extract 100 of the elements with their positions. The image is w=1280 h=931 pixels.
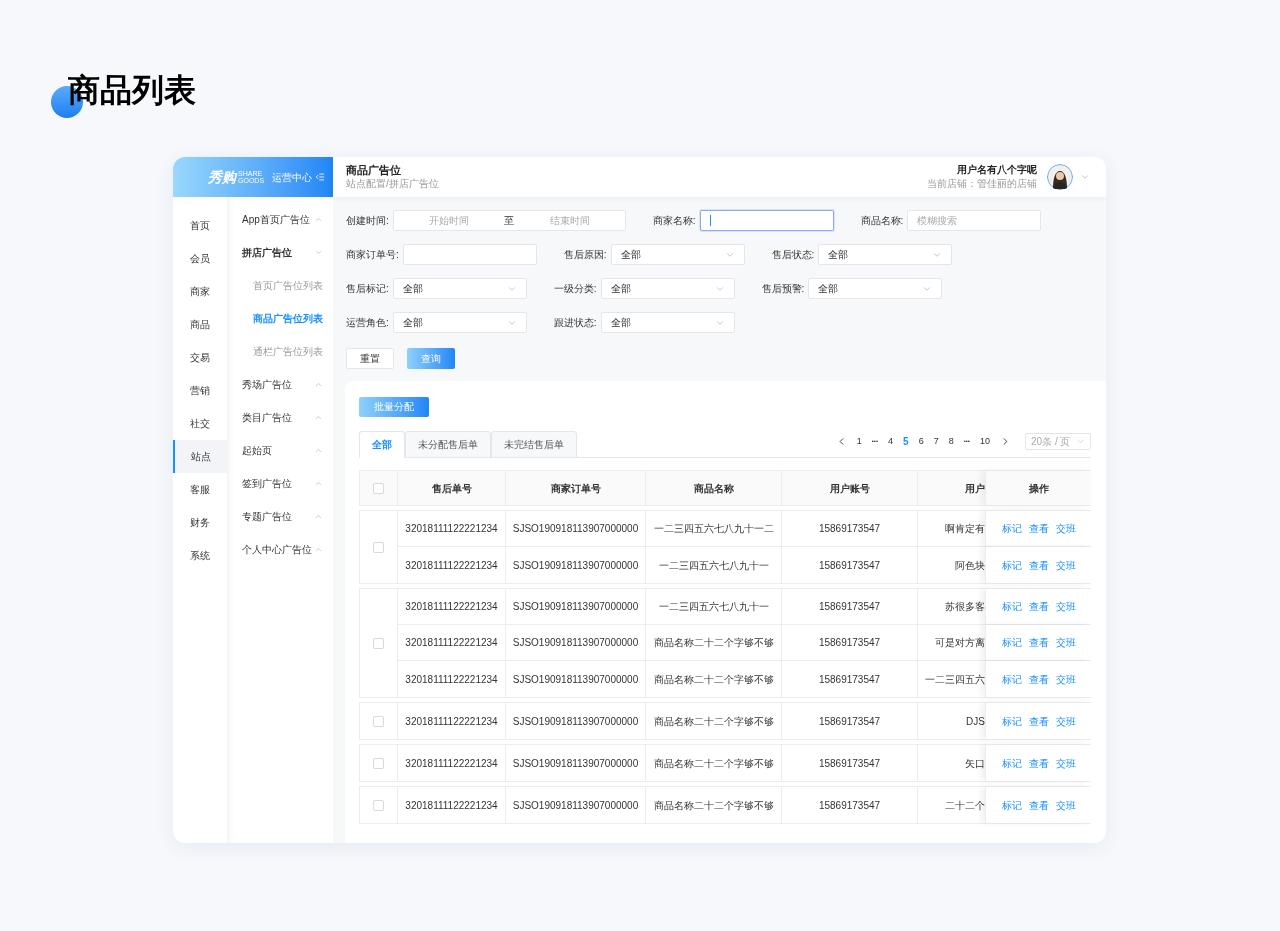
nav-item[interactable]: 客服 <box>173 473 227 506</box>
table-cell: 15869173547 <box>781 661 917 697</box>
table-cell: 一二三四五六七八九十一二 <box>645 511 781 546</box>
submenu-item[interactable]: App首页广告位 <box>227 203 333 236</box>
start-date-placeholder: 开始时间 <box>428 214 471 228</box>
range-separator: 至 <box>504 214 515 228</box>
checkbox[interactable] <box>373 541 384 553</box>
table-cell: SJSO190918113907000000 <box>505 703 645 739</box>
table-cell: SJSO190918113907000000 <box>505 511 645 546</box>
submenu-item[interactable]: 秀场广告位 <box>227 368 333 401</box>
chevron-up-icon <box>314 380 323 389</box>
tab[interactable]: 未分配售后单 <box>405 431 491 458</box>
collapse-menu-icon[interactable] <box>315 172 325 182</box>
nav-item[interactable]: 营销 <box>173 374 227 407</box>
table-cell: 商品名称二十二个字够不够 <box>645 625 781 660</box>
table-cell: 32018111122221234 <box>397 511 505 546</box>
table-cell: SJSO190918113907000000 <box>505 625 645 660</box>
nav-item[interactable]: 交易 <box>173 341 227 374</box>
nav-item[interactable]: 商家 <box>173 275 227 308</box>
select-field[interactable]: 全部 <box>600 278 735 299</box>
page-number[interactable]: 1 <box>856 434 862 449</box>
nav-item[interactable]: 站点 <box>173 440 227 473</box>
nav-item[interactable]: 首页 <box>173 209 227 242</box>
chevron-down-icon[interactable] <box>1080 172 1090 182</box>
select-field[interactable]: 全部 <box>808 278 943 299</box>
select-field[interactable]: 全部 <box>610 244 745 265</box>
table-cell: 商品名称二十二个字够不够 <box>645 703 781 739</box>
nav-item[interactable]: 系统 <box>173 539 227 572</box>
table-cell: 商品名称二十二个字够不够 <box>645 661 781 697</box>
avatar-icon[interactable] <box>1047 164 1073 190</box>
table-cell: 32018111122221234 <box>397 787 505 823</box>
table-cell: SJSO190918113907000000 <box>505 589 645 624</box>
date-range-field[interactable]: 开始时间 至 结束时间 <box>392 210 626 231</box>
page-number[interactable]: 8 <box>948 434 954 449</box>
page-number[interactable]: 7 <box>933 434 939 449</box>
chevron-up-icon <box>314 512 323 521</box>
filter-label: 运营角色: <box>346 316 389 330</box>
nav-item[interactable]: 社交 <box>173 407 227 440</box>
reset-button[interactable]: 重置 <box>346 348 394 369</box>
checkbox[interactable] <box>373 637 384 649</box>
checkbox[interactable] <box>373 799 384 811</box>
checkbox[interactable] <box>373 715 384 727</box>
filter-label: 售后原因: <box>563 248 607 262</box>
chevron-down-icon <box>314 248 323 257</box>
select-field[interactable]: 全部 <box>600 312 735 333</box>
table-cell: 32018111122221234 <box>397 547 505 583</box>
table-cell: SJSO190918113907000000 <box>505 787 645 823</box>
filter-label: 售后状态: <box>771 248 815 262</box>
tab[interactable]: 未完结售后单 <box>491 431 577 458</box>
submenu-item[interactable]: 个人中心广告位 <box>227 533 333 566</box>
end-date-placeholder: 结束时间 <box>548 214 591 228</box>
app-subtitle: 运营中心 <box>272 170 313 185</box>
chevron-up-icon <box>314 545 323 554</box>
filter-label: 商家名称: <box>652 214 696 228</box>
table-cell: 15869173547 <box>781 745 917 781</box>
logo-brand: 秀购 <box>208 167 236 187</box>
select-field[interactable]: 全部 <box>818 244 953 265</box>
submenu-item[interactable]: 专题广告位 <box>227 500 333 533</box>
nav-item[interactable]: 财务 <box>173 506 227 539</box>
chevron-up-icon <box>314 446 323 455</box>
table-cell: 15869173547 <box>781 589 917 624</box>
text-cursor <box>709 215 711 226</box>
submenu-item[interactable]: 起始页 <box>227 434 333 467</box>
select-field[interactable]: 全部 <box>392 278 527 299</box>
filter-label: 售后标记: <box>346 282 389 296</box>
submenu-item[interactable]: 签到广告位 <box>227 467 333 500</box>
table-cell: 15869173547 <box>781 625 917 660</box>
column-header: 商家订单号 <box>505 471 645 505</box>
checkbox[interactable] <box>373 482 384 494</box>
table-cell: 15869173547 <box>781 703 917 739</box>
breadcrumb: 站点配置/拼店广告位 <box>346 177 439 191</box>
user-name: 用户名有八个字呢 <box>957 163 1037 177</box>
select-field[interactable]: 全部 <box>392 312 527 333</box>
submenu-item[interactable]: 拼店广告位 <box>227 236 333 269</box>
table-cell: 商品名称二十二个字够不够 <box>645 787 781 823</box>
table-cell: 一二三四五六七八九十一 <box>645 547 781 583</box>
column-header: 操作 <box>985 471 1091 505</box>
filter-label: 一级分类: <box>553 282 597 296</box>
table-cell: 32018111122221234 <box>397 703 505 739</box>
table-cell: SJSO190918113907000000 <box>505 547 645 583</box>
page-number[interactable]: 10 <box>980 434 990 449</box>
section-title: 商品广告位 <box>346 163 402 177</box>
page-number[interactable]: 6 <box>918 434 924 449</box>
table-cell: SJSO190918113907000000 <box>505 745 645 781</box>
table-cell: 商品名称二十二个字够不够 <box>645 745 781 781</box>
nav-item[interactable]: 会员 <box>173 242 227 275</box>
filter-label: 商家订单号: <box>346 248 399 262</box>
submenu-item[interactable]: 类目广告位 <box>227 401 333 434</box>
input-field[interactable] <box>699 210 834 231</box>
nav-item[interactable]: 商品 <box>173 308 227 341</box>
chevron-up-icon <box>314 215 323 224</box>
table-cell: 32018111122221234 <box>397 661 505 697</box>
table-cell: 32018111122221234 <box>397 745 505 781</box>
checkbox[interactable] <box>373 757 384 769</box>
chevron-down-icon <box>1076 437 1085 446</box>
filter-label: 售后预警: <box>761 282 805 296</box>
column-header: 售后单号 <box>397 471 505 505</box>
table-cell: 32018111122221234 <box>397 625 505 660</box>
table-cell: 15869173547 <box>781 547 917 583</box>
page-number[interactable]: 4 <box>888 434 894 449</box>
